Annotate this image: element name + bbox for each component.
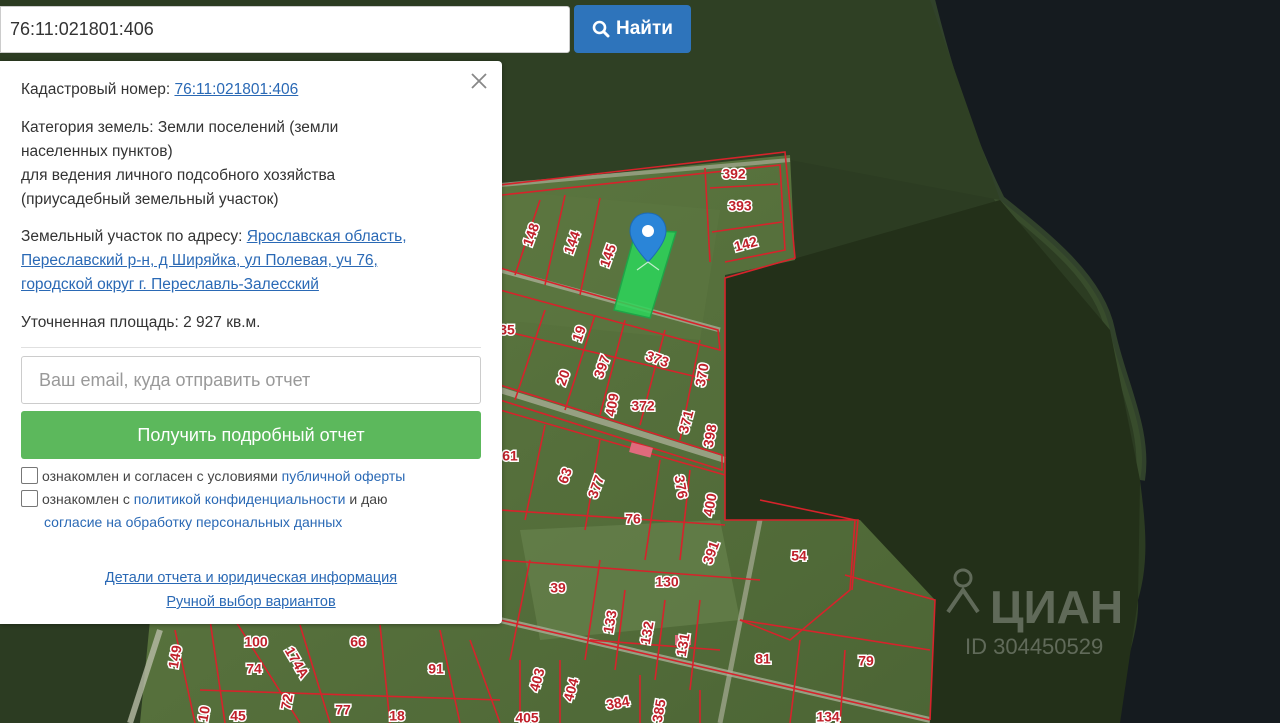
details-row: Детали отчета и юридическая информация <box>0 566 502 590</box>
category-line-2: населенных пунктов) <box>21 143 173 160</box>
search-button-label: Найти <box>616 18 673 39</box>
category-line-1: Земли поселений (земли <box>157 119 339 136</box>
category-row: Категория земель: Земли поселений (земли… <box>21 116 481 212</box>
parcel-label-39[interactable]: 39 <box>549 578 568 597</box>
cadastral-label: Кадастровый номер: <box>21 81 171 98</box>
watermark-id: ID 304450529 <box>965 634 1103 659</box>
parcel-label-91[interactable]: 91 <box>427 659 446 678</box>
manual-selection-link[interactable]: Ручной выбор вариантов <box>166 594 335 610</box>
parcel-label-18[interactable]: 18 <box>388 706 407 723</box>
consent-offer-text: ознакомлен и согласен с условиями <box>42 468 282 484</box>
parcel-label-76[interactable]: 76 <box>624 509 643 528</box>
report-details-link[interactable]: Детали отчета и юридическая информация <box>105 570 397 586</box>
parcel-label-45[interactable]: 45 <box>229 706 248 723</box>
parcel-label-61[interactable]: 61 <box>501 446 520 465</box>
parcel-label-100[interactable]: 100 <box>243 632 270 651</box>
parcel-label-79[interactable]: 79 <box>857 651 876 670</box>
privacy-checkbox[interactable] <box>21 490 38 507</box>
address-link-1[interactable]: Ярославская область, <box>247 228 407 245</box>
parcel-label-134[interactable]: 134 <box>815 707 842 723</box>
cadastral-search-input[interactable] <box>0 6 570 53</box>
close-icon[interactable] <box>467 69 491 93</box>
parcel-info-popup: Кадастровый номер: 76:11:021801:406 Кате… <box>0 61 502 624</box>
get-report-button[interactable]: Получить подробный отчет <box>21 411 481 459</box>
address-row: Земельный участок по адресу: Ярославская… <box>21 225 491 297</box>
parcel-label-66[interactable]: 66 <box>349 632 368 651</box>
consent-privacy-text: ознакомлен с <box>42 491 134 507</box>
cadastral-row: Кадастровый номер: 76:11:021801:406 <box>21 78 298 102</box>
parcel-label-393[interactable]: 393 <box>727 196 754 215</box>
email-input[interactable] <box>21 356 481 404</box>
category-line-3: для ведения личного подсобного хозяйства <box>21 167 336 184</box>
search-icon <box>592 20 610 38</box>
consent-privacy-row: ознакомлен с политикой конфиденциальност… <box>21 488 388 534</box>
address-link-3[interactable]: городской округ г. Переславль-Залесский <box>21 276 319 293</box>
public-offer-link[interactable]: публичной оферты <box>282 468 406 484</box>
search-button[interactable]: Найти <box>574 5 691 53</box>
parcel-label-10[interactable]: 10 <box>193 703 214 723</box>
parcel-label-405[interactable]: 405 <box>514 708 541 723</box>
parcel-label-54[interactable]: 54 <box>790 546 809 565</box>
category-label: Категория земель: <box>21 119 154 136</box>
cadastral-number-link[interactable]: 76:11:021801:406 <box>174 81 298 98</box>
parcel-label-372[interactable]: 372 <box>630 396 657 415</box>
parcel-label-392[interactable]: 392 <box>721 164 748 183</box>
area-row: Уточненная площадь: 2 927 кв.м. <box>21 311 260 335</box>
parcel-label-72[interactable]: 72 <box>276 691 297 712</box>
consent-privacy-tail: и даю <box>345 491 388 507</box>
parcel-label-74[interactable]: 74 <box>245 659 264 678</box>
personal-data-consent-link[interactable]: согласие на обработку персональных данны… <box>44 514 342 530</box>
area-value: 2 927 кв.м. <box>183 314 261 331</box>
privacy-policy-link[interactable]: политикой конфиденциальности <box>134 491 346 507</box>
parcel-label-81[interactable]: 81 <box>754 649 773 668</box>
watermark-brand: ЦИАН <box>990 581 1123 633</box>
manual-row: Ручной выбор вариантов <box>0 590 502 614</box>
parcel-label-77[interactable]: 77 <box>334 700 353 719</box>
parcel-label-130[interactable]: 130 <box>654 572 681 591</box>
offer-checkbox[interactable] <box>21 467 38 484</box>
area-label: Уточненная площадь: <box>21 314 179 331</box>
divider <box>21 347 481 348</box>
address-label: Земельный участок по адресу: <box>21 228 243 245</box>
category-line-4: (приусадебный земельный участок) <box>21 191 279 208</box>
address-link-2[interactable]: Переславский р-н, д Ширяйка, ул Полевая,… <box>21 252 378 269</box>
consent-offer-row: ознакомлен и согласен с условиями публич… <box>21 465 405 488</box>
